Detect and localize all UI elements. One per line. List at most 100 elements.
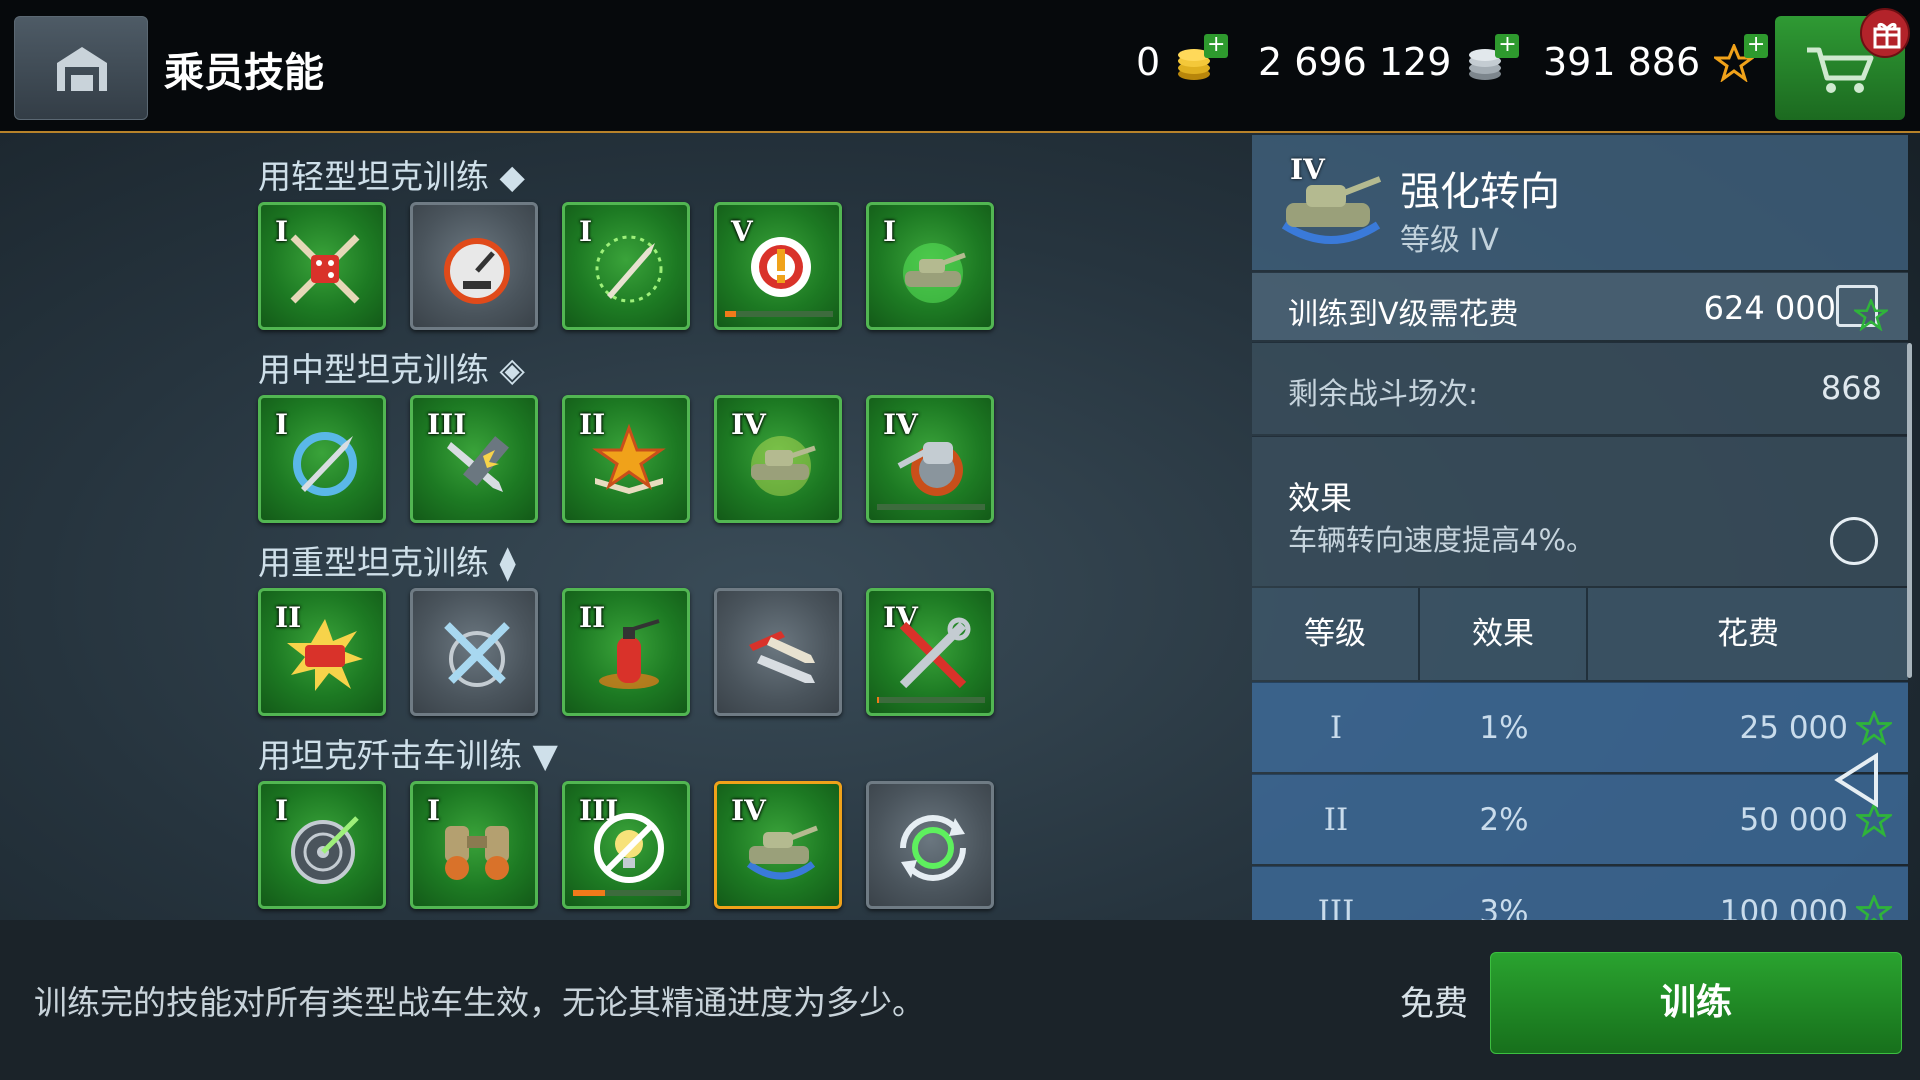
skill-tile[interactable]: III [410,395,538,523]
free-xp-counter[interactable]: 391 886 + [1543,34,1769,84]
silver-coins-icon: + [1465,34,1520,80]
skill-tile[interactable]: IV [866,588,994,716]
skill-progress-bar [725,311,833,317]
tank-rotate-icon [746,825,818,880]
row-cost: 100 000 [1719,894,1848,920]
silver-amount: 2 696 129 [1258,40,1452,84]
target-alert-icon [751,237,811,297]
silver-counter[interactable]: 2 696 129 + [1258,34,1520,84]
skill-tile[interactable] [410,202,538,330]
detail-level-badge: IV [1290,153,1325,186]
col-level-header: 等级 [1252,588,1420,680]
refresh-cycle-icon [900,815,966,881]
xp-star-icon [1856,895,1892,920]
xp-star-icon: + [1711,34,1769,83]
fire-extinguisher-icon [599,619,660,689]
garage-home-button[interactable] [14,16,148,120]
gift-icon [1873,22,1901,49]
home-circle-button[interactable] [1830,517,1878,565]
xp-star-icon [1856,803,1892,837]
skill-note: 训练完的技能对所有类型战车生效，无论其精通进度为多少。 [34,983,925,1022]
skill-tile[interactable] [714,588,842,716]
table-row: III 3% 100 000 [1252,866,1908,920]
page-title: 乘员技能 [164,50,324,96]
add-xp-button[interactable]: + [1744,34,1769,58]
add-gold-button[interactable]: + [1204,34,1229,58]
skill-detail-panel: IV 强化转向 等级 IV 训练到V级需花费 624 000 剩余战斗场次: 8… [1252,135,1908,920]
row-cost: 25 000 [1739,710,1848,746]
skill-tile[interactable]: II [258,588,386,716]
heavy-tank-class-icon: ⧫ [489,543,516,582]
group-label-medium-tanks: 用中型坦克训练 ◈ [258,350,525,389]
gold-counter[interactable]: 0 + [1136,34,1229,84]
skill-progress-bar [573,890,681,896]
dartboard-icon [291,816,359,884]
effect-row: 效果 车辆转向速度提高4%。 [1252,436,1908,586]
skill-detail-header: IV 强化转向 等级 IV [1252,135,1908,270]
skill-tile[interactable]: IV [714,395,842,523]
skill-tile[interactable]: III [562,781,690,909]
row-level: III [1317,894,1355,920]
skill-tile[interactable]: IV [866,395,994,523]
binoculars-icon [445,826,509,880]
skill-tile[interactable]: I [562,202,690,330]
row-level: II [1323,802,1349,838]
detail-scrollbar[interactable] [1907,343,1912,678]
skill-tile-selected[interactable]: IV [714,781,842,909]
col-cost-header: 花费 [1717,616,1779,652]
light-tank-class-icon: ◆ [489,157,525,196]
skill-progress-bar [877,504,985,510]
skill-progress-bar [877,697,985,703]
remaining-battles-row: 剩余战斗场次: 868 [1252,342,1908,434]
remaining-battles-value: 868 [1820,369,1882,407]
xp-star-icon [1856,711,1892,745]
skill-tile[interactable]: I [410,781,538,909]
wrench-screwdriver-icon [899,617,971,689]
train-cost-value: 624 000 [1703,289,1836,327]
train-button[interactable]: 训练 [1490,952,1902,1054]
shell-burst-icon [595,235,663,303]
turret-gear-icon [897,442,963,496]
gold-amount: 0 [1136,40,1161,84]
bulb-crossed-icon [594,813,664,883]
cart-icon [1807,47,1874,93]
medium-tank-class-icon: ◈ [489,350,525,389]
bottom-bar: 训练完的技能对所有类型战车生效，无论其精通进度为多少。 免费 训练 [0,920,1920,1080]
skill-tile[interactable] [410,588,538,716]
top-bar: 乘员技能 0 + 2 696 129 + 391 886 + [0,0,1920,133]
levels-table-header: 等级 效果 花费 [1252,588,1908,680]
skill-tile[interactable]: V [714,202,842,330]
skill-tile[interactable]: I [258,395,386,523]
skill-level-text: 等级 IV [1400,223,1499,258]
skill-tile[interactable]: II [562,588,690,716]
gift-button[interactable] [1860,8,1910,58]
group-label-tank-destroyers: 用坦克歼击车训练 ▼ [258,736,558,775]
garage-icon [57,47,107,91]
td-class-icon: ▼ [522,736,558,775]
group-label-heavy-tanks: 用重型坦克训练 ⧫ [258,543,516,582]
add-silver-button[interactable]: + [1495,34,1520,58]
crossed-swords-icon [444,622,510,687]
skill-tile[interactable]: I [258,202,386,330]
shell-impact-icon [447,436,509,492]
row-effect: 1% [1479,710,1529,746]
row-cost: 50 000 [1739,802,1848,838]
tank-glow-icon [903,243,966,303]
col-effect-header: 效果 [1420,588,1588,680]
skill-tile[interactable]: I [866,202,994,330]
armor-burst-icon [287,619,363,691]
remaining-battles-label: 剩余战斗场次: [1288,377,1479,412]
gold-coins-icon: + [1174,34,1229,80]
skill-tile[interactable] [866,781,994,909]
row-effect: 3% [1479,894,1529,920]
crossed-shells-dice-icon [290,234,360,304]
skill-tile[interactable]: I [258,781,386,909]
train-cost-row[interactable]: 训练到V级需花费 624 000 [1252,272,1908,340]
effect-description: 车辆转向速度提高4%。 [1288,523,1596,557]
row-level: I [1329,710,1343,746]
back-triangle-button[interactable] [1832,752,1882,808]
table-row: I 1% 25 000 [1252,682,1908,772]
star-book-icon [592,423,666,494]
free-label: 免费 [1400,984,1468,1024]
skill-tile[interactable]: II [562,395,690,523]
